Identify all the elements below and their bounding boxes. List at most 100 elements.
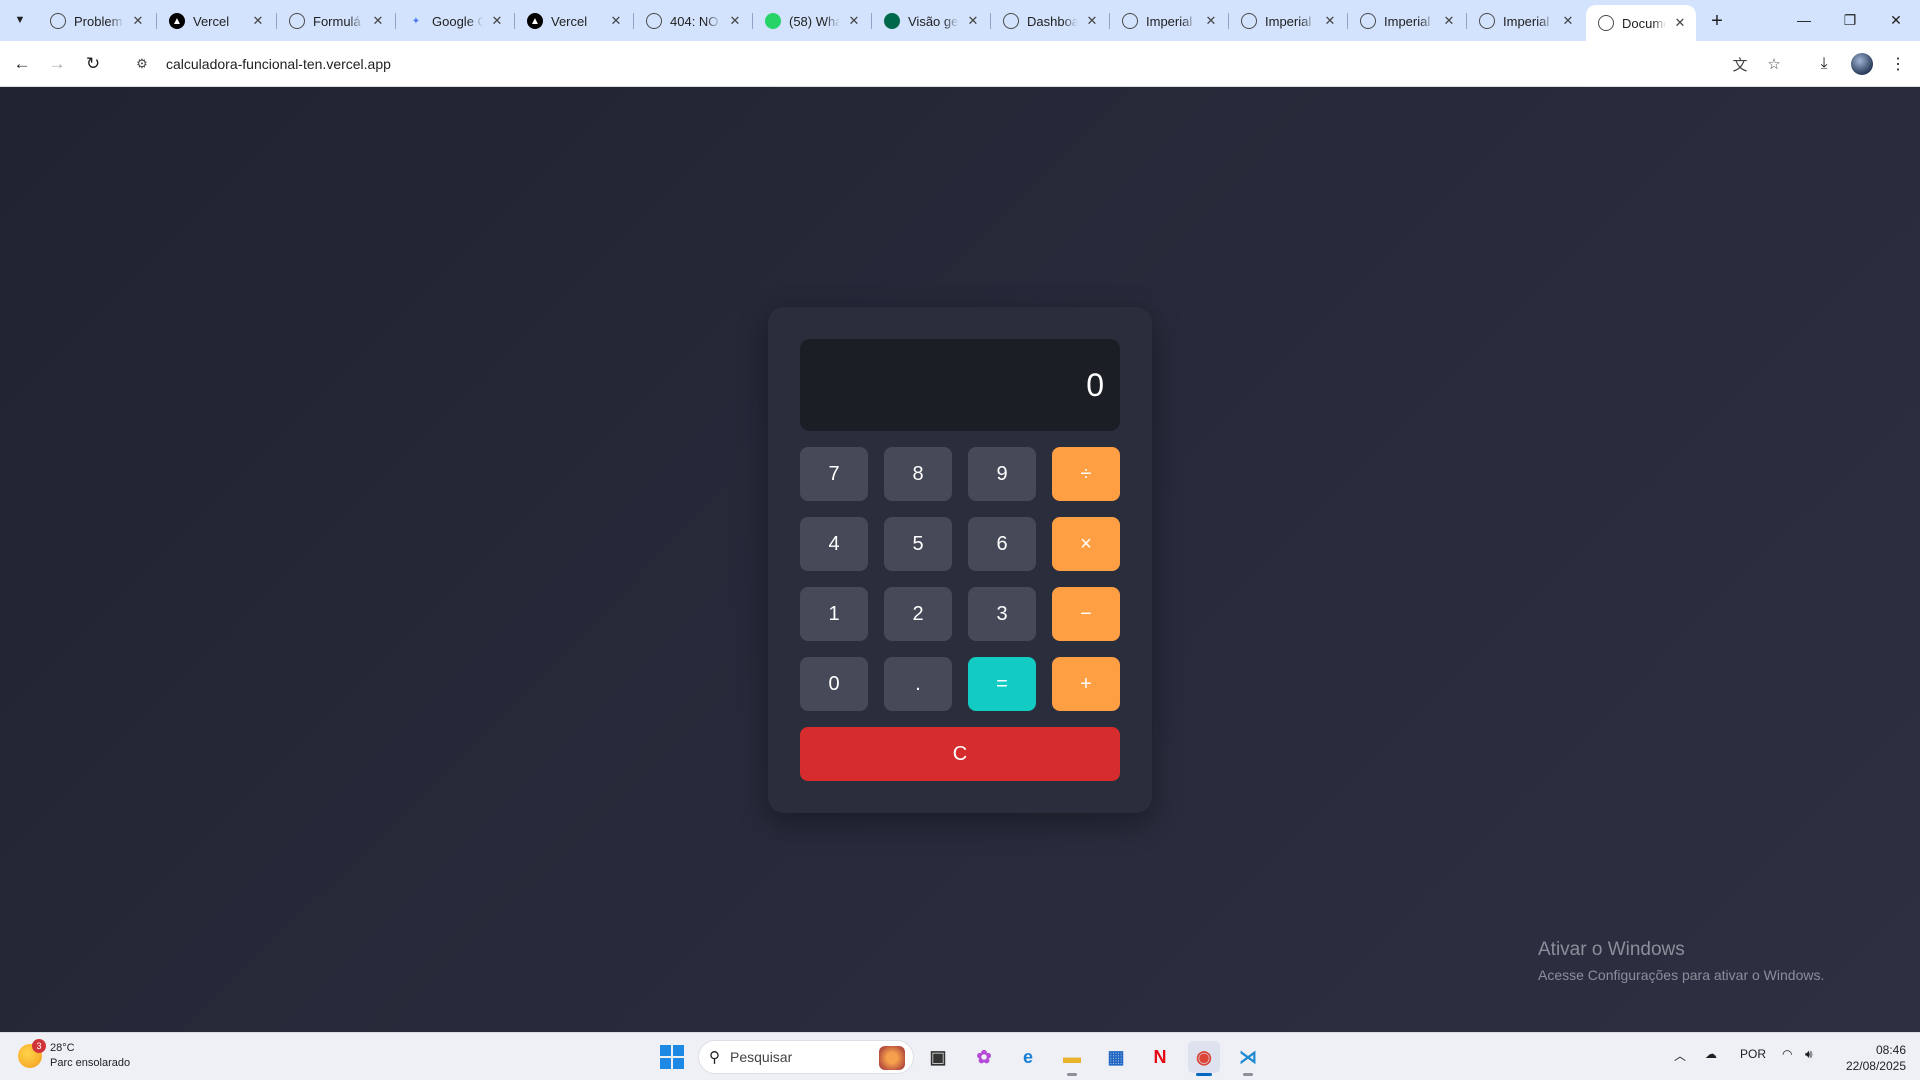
key-3[interactable]: 3 xyxy=(968,587,1036,641)
taskbar-search[interactable]: ⚲ Pesquisar xyxy=(698,1040,914,1074)
key-6[interactable]: 6 xyxy=(968,517,1036,571)
address-bar[interactable]: ⚙ calculadora-funcional-ten.vercel.app 文… xyxy=(122,46,1798,82)
search-placeholder: Pesquisar xyxy=(730,1049,793,1065)
key-2[interactable]: 2 xyxy=(884,587,952,641)
whatsapp-icon xyxy=(765,13,781,29)
forward-arrow-icon[interactable]: → xyxy=(43,50,71,78)
search-icon: ⚲ xyxy=(709,1049,720,1066)
weather-widget[interactable]: 3 28°C Parc ensolarado xyxy=(18,1039,130,1071)
close-icon[interactable]: ✕ xyxy=(1560,13,1576,29)
download-icon[interactable]: ⤓ xyxy=(1810,50,1838,78)
gemini-icon: ✦ xyxy=(411,15,421,27)
tab-7[interactable]: Visão ge ✕ xyxy=(872,5,989,37)
tab-search-chevron-icon[interactable]: ▼ xyxy=(8,8,32,32)
menu-kebab-icon[interactable]: ⋮ xyxy=(1884,50,1912,78)
tab-3[interactable]: ✦ Google G ✕ xyxy=(396,5,513,37)
netflix-icon[interactable]: N xyxy=(1144,1041,1176,1073)
show-hidden-icons-chevron-icon[interactable]: ︿ xyxy=(1674,1047,1686,1064)
tab-6[interactable]: (58) Wha ✕ xyxy=(753,5,870,37)
tab-4[interactable]: ▲ Vercel ✕ xyxy=(515,5,632,37)
system-clock[interactable]: 08:46 22/08/2025 xyxy=(1836,1042,1906,1074)
close-icon[interactable]: ✕ xyxy=(1203,13,1219,29)
edge-icon[interactable]: e xyxy=(1012,1041,1044,1073)
close-icon[interactable]: ✕ xyxy=(608,13,624,29)
key-7[interactable]: 7 xyxy=(800,447,868,501)
tab-11[interactable]: Imperial ✕ xyxy=(1348,5,1465,37)
tab-title: Imperial xyxy=(1265,13,1312,29)
calculator-display: 0 xyxy=(800,339,1120,431)
translate-icon[interactable]: 文 xyxy=(1726,50,1754,78)
close-icon[interactable]: ✕ xyxy=(1441,13,1457,29)
tab-5[interactable]: 404: NO ✕ xyxy=(634,5,751,37)
key-add[interactable]: + xyxy=(1052,657,1120,711)
weather-temperature: 28°C xyxy=(50,1042,75,1054)
key-5[interactable]: 5 xyxy=(884,517,952,571)
close-window-icon[interactable]: ✕ xyxy=(1873,0,1919,40)
key-decimal[interactable]: . xyxy=(884,657,952,711)
close-icon[interactable]: ✕ xyxy=(1672,15,1688,31)
microsoft-store-icon[interactable]: ▦ xyxy=(1100,1041,1132,1073)
close-icon[interactable]: ✕ xyxy=(846,13,862,29)
key-equals[interactable]: = xyxy=(968,657,1036,711)
close-icon[interactable]: ✕ xyxy=(727,13,743,29)
globe-icon xyxy=(1479,13,1495,29)
key-1[interactable]: 1 xyxy=(800,587,868,641)
tab-10[interactable]: Imperial ✕ xyxy=(1229,5,1346,37)
tab-12[interactable]: Imperial ✕ xyxy=(1467,5,1584,37)
key-divide[interactable]: ÷ xyxy=(1052,447,1120,501)
tab-title: Docume xyxy=(1622,15,1666,31)
tab-13-active[interactable]: Docume ✕ xyxy=(1586,5,1696,41)
tab-8[interactable]: Dashboa ✕ xyxy=(991,5,1108,37)
url-text[interactable]: calculadora-funcional-ten.vercel.app xyxy=(166,56,391,72)
sun-icon: 3 xyxy=(18,1039,46,1068)
close-icon[interactable]: ✕ xyxy=(130,13,146,29)
key-clear[interactable]: C xyxy=(800,727,1120,781)
avatar[interactable] xyxy=(1848,50,1876,78)
clock-time: 08:46 xyxy=(1875,1043,1906,1057)
close-icon[interactable]: ✕ xyxy=(1084,13,1100,29)
wifi-icon[interactable]: ◠ xyxy=(1782,1047,1792,1061)
restore-icon[interactable]: ❐ xyxy=(1827,0,1873,40)
close-icon[interactable]: ✕ xyxy=(965,13,981,29)
file-explorer-icon[interactable]: ▬ xyxy=(1056,1041,1088,1076)
tab-9[interactable]: Imperial ✕ xyxy=(1110,5,1227,37)
globe-icon xyxy=(1003,13,1019,29)
volume-icon[interactable]: 🔊︎ xyxy=(1805,1047,1813,1062)
reload-icon[interactable]: ↻ xyxy=(79,50,107,78)
tab-0[interactable]: Problem ✕ xyxy=(38,5,154,37)
site-info-icon[interactable]: ⚙ xyxy=(128,50,156,78)
vercel-icon: ▲ xyxy=(169,13,185,29)
tab-title: Imperial xyxy=(1384,13,1431,29)
key-9[interactable]: 9 xyxy=(968,447,1036,501)
key-multiply[interactable]: × xyxy=(1052,517,1120,571)
language-indicator[interactable]: POR xyxy=(1740,1047,1766,1061)
close-icon[interactable]: ✕ xyxy=(370,13,386,29)
globe-icon xyxy=(1360,13,1376,29)
key-8[interactable]: 8 xyxy=(884,447,952,501)
tab-1[interactable]: ▲ Vercel ✕ xyxy=(157,5,274,37)
back-arrow-icon[interactable]: ← xyxy=(8,50,36,78)
bookmark-star-icon[interactable]: ☆ xyxy=(1760,50,1788,78)
globe-icon xyxy=(1598,15,1614,31)
minimize-icon[interactable]: — xyxy=(1781,0,1827,40)
vercel-icon: ▲ xyxy=(527,13,543,29)
page-viewport: 0 7 8 9 ÷ 4 5 6 × 1 2 3 − 0 . = + C Ativ… xyxy=(0,87,1920,1032)
tab-title: 404: NO xyxy=(670,13,719,29)
task-view-icon[interactable]: ▣ xyxy=(922,1041,954,1073)
key-4[interactable]: 4 xyxy=(800,517,868,571)
windows-activation-watermark: Ativar o Windows Acesse Configurações pa… xyxy=(1538,939,1824,983)
vscode-icon[interactable]: ⋊ xyxy=(1232,1041,1264,1076)
close-icon[interactable]: ✕ xyxy=(489,13,505,29)
close-icon[interactable]: ✕ xyxy=(1322,13,1338,29)
globe-icon xyxy=(646,13,662,29)
chrome-icon[interactable]: ◉ xyxy=(1188,1041,1220,1076)
close-icon[interactable]: ✕ xyxy=(250,13,266,29)
key-0[interactable]: 0 xyxy=(800,657,868,711)
tab-2[interactable]: Formulá ✕ xyxy=(277,5,394,37)
copilot-icon[interactable]: ✿ xyxy=(968,1041,1000,1073)
onedrive-icon[interactable]: ☁ xyxy=(1705,1047,1717,1061)
tab-strip: ▼ Problem ✕ ▲ Vercel ✕ Formulá ✕ ✦ Googl… xyxy=(0,0,1920,41)
new-tab-plus-icon[interactable]: + xyxy=(1704,8,1730,34)
windows-start-icon[interactable] xyxy=(660,1045,684,1069)
key-subtract[interactable]: − xyxy=(1052,587,1120,641)
